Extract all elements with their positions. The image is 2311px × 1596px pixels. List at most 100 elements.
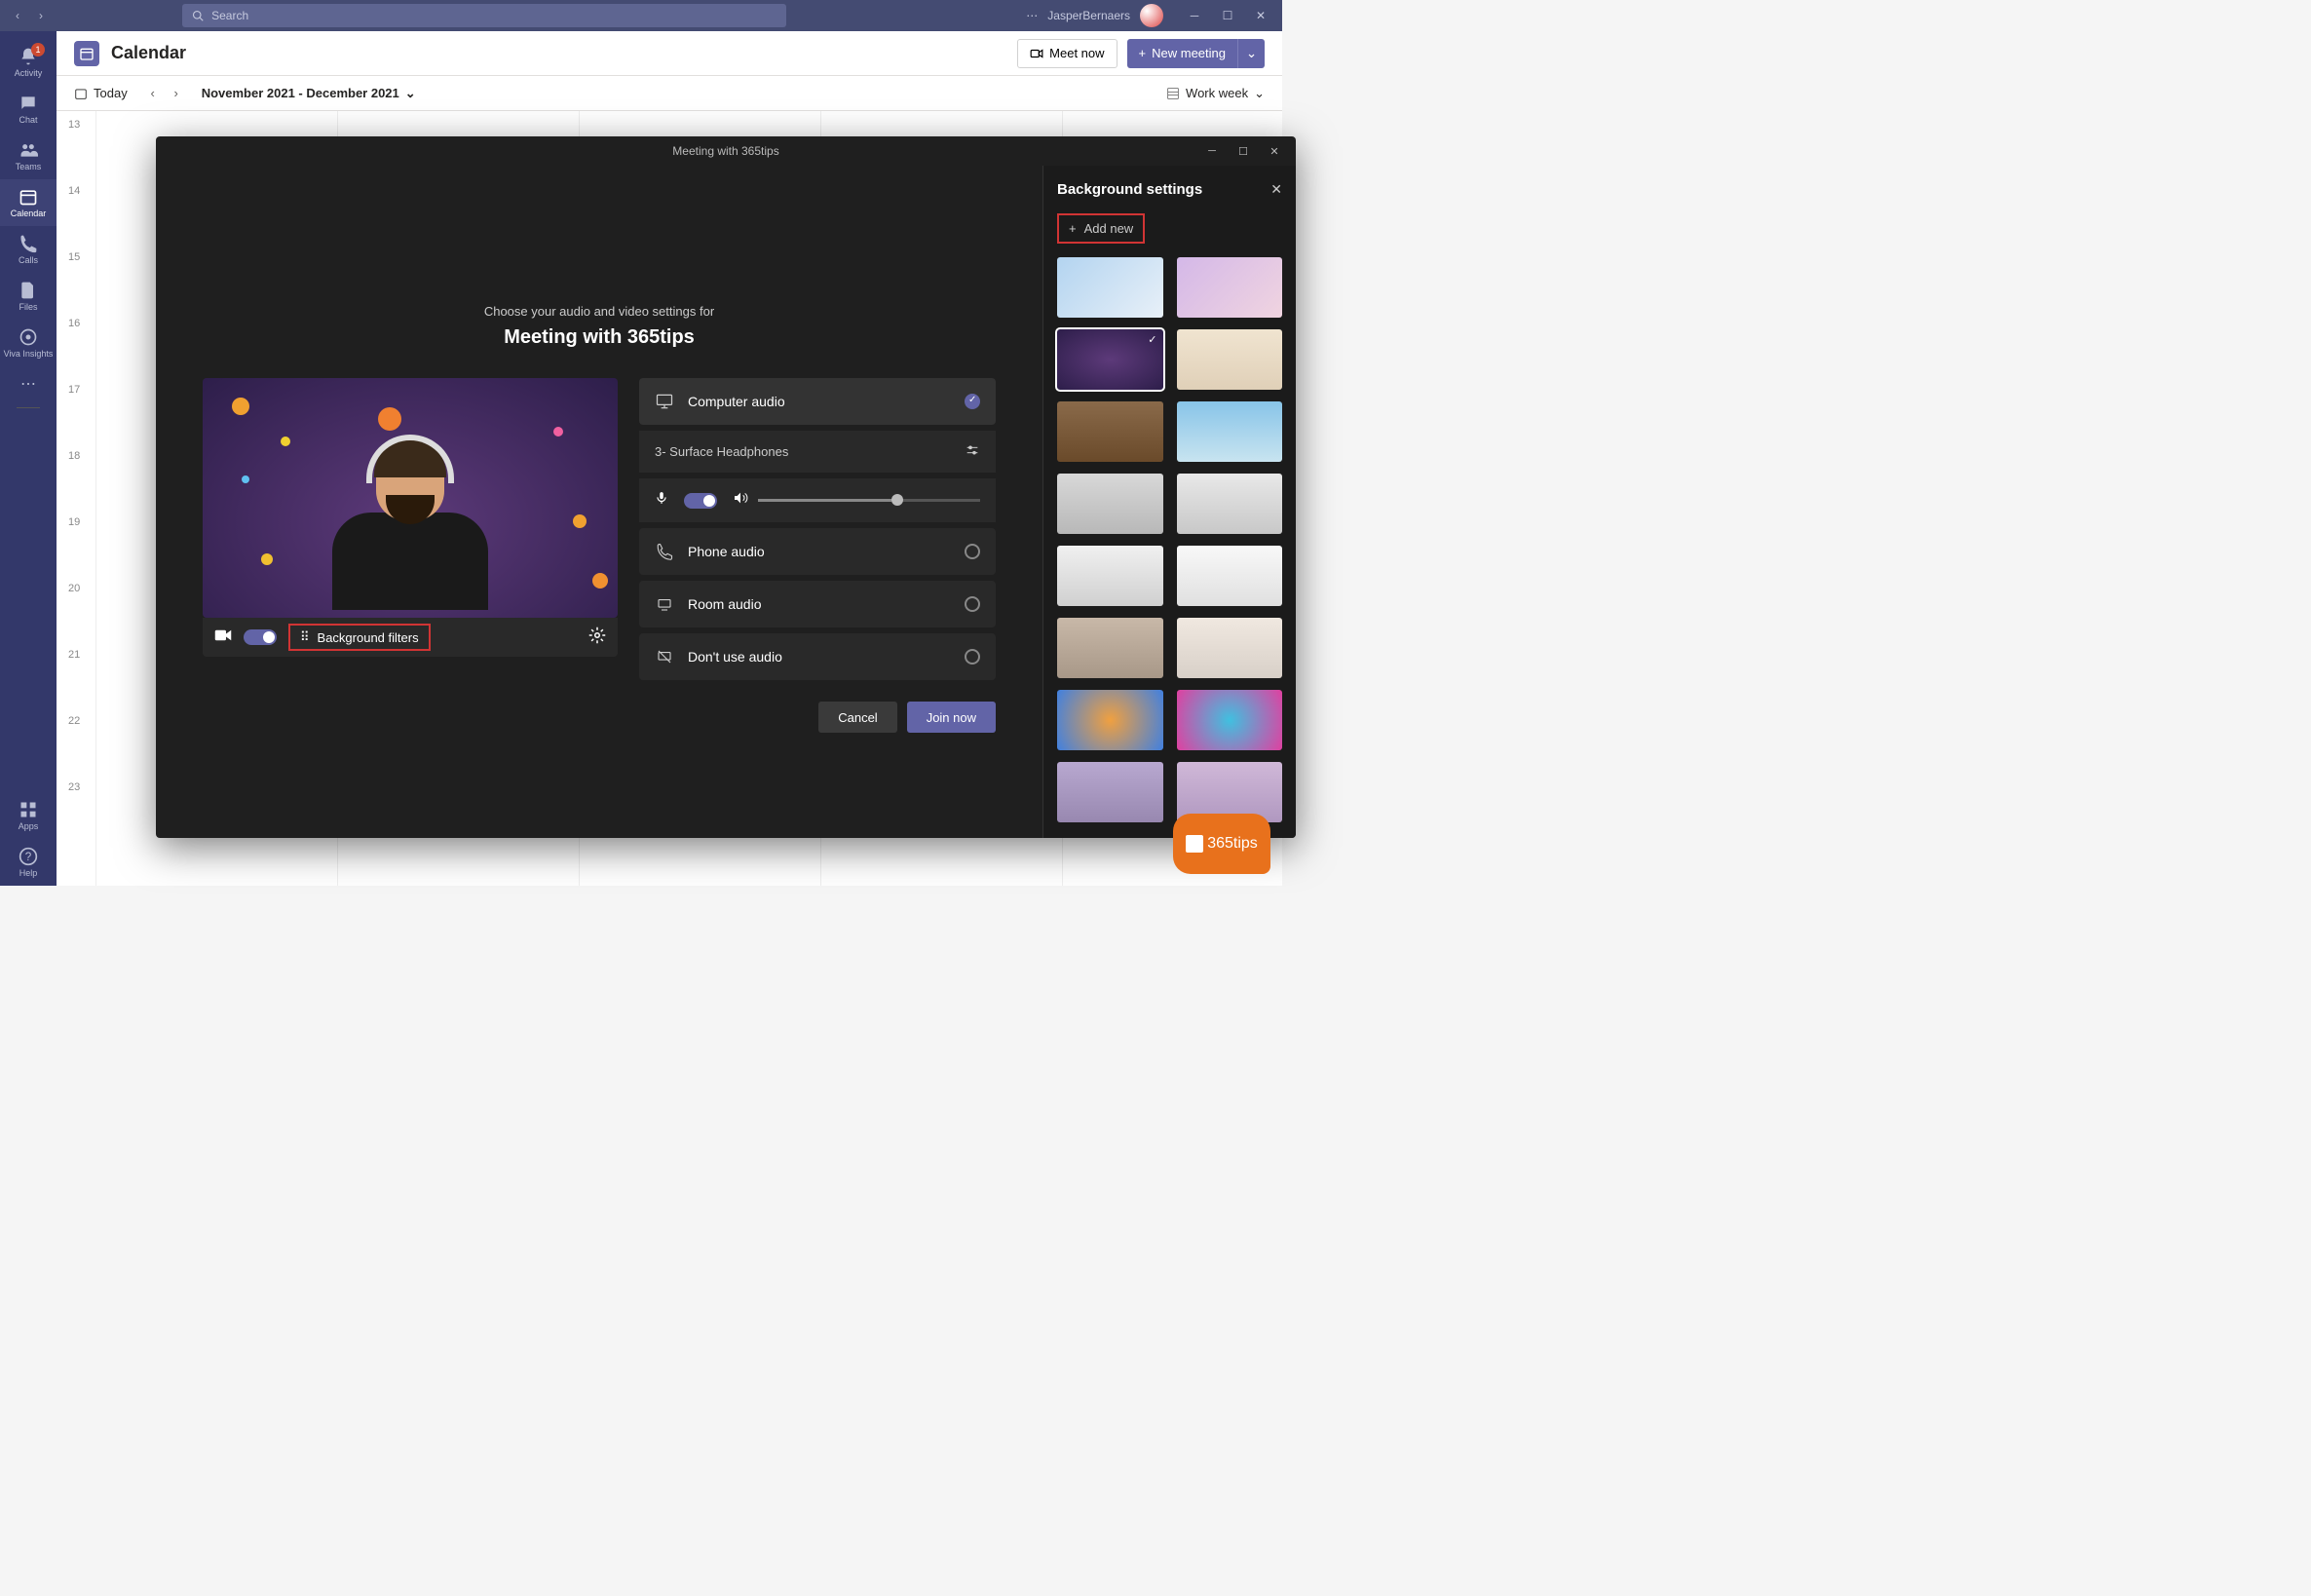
nav-back-icon[interactable]: ‹ bbox=[8, 6, 27, 25]
search-placeholder: Search bbox=[211, 9, 248, 22]
join-now-button[interactable]: Join now bbox=[907, 702, 996, 733]
hour-label: 20 bbox=[68, 583, 80, 594]
365tips-badge: 365tips bbox=[1173, 814, 1270, 874]
rail-files[interactable]: Files bbox=[0, 273, 57, 320]
modal-titlebar: Meeting with 365tips ─ ☐ ✕ bbox=[156, 136, 1296, 166]
computer-audio-option[interactable]: Computer audio bbox=[639, 378, 996, 425]
cancel-button[interactable]: Cancel bbox=[818, 702, 896, 733]
background-thumbnail[interactable] bbox=[1057, 618, 1163, 678]
background-thumbnail[interactable] bbox=[1177, 546, 1283, 606]
modal-close-icon[interactable]: ✕ bbox=[1261, 140, 1288, 162]
rail-divider bbox=[17, 407, 40, 408]
background-thumbnail[interactable] bbox=[1057, 546, 1163, 606]
volume-slider[interactable] bbox=[758, 499, 980, 502]
audio-device-row[interactable]: 3- Surface Headphones bbox=[639, 431, 996, 473]
grid-icon bbox=[1166, 87, 1180, 100]
calendar-header: Calendar Meet now + New meeting ⌄ bbox=[57, 31, 1282, 76]
background-thumbnail[interactable] bbox=[1177, 401, 1283, 462]
hour-label: 18 bbox=[68, 450, 80, 462]
filters-icon: ⠿ bbox=[300, 629, 310, 645]
prev-week-icon[interactable]: ‹ bbox=[143, 84, 163, 103]
today-button[interactable]: Today bbox=[74, 86, 128, 100]
files-icon bbox=[19, 281, 38, 300]
rail-apps[interactable]: Apps bbox=[0, 792, 57, 839]
background-filters-button[interactable]: ⠿ Background filters bbox=[288, 624, 431, 651]
svg-text:?: ? bbox=[25, 851, 32, 863]
hour-label: 13 bbox=[68, 119, 80, 131]
radio-selected-icon bbox=[965, 394, 980, 409]
hour-label: 19 bbox=[68, 516, 80, 528]
modal-maximize-icon[interactable]: ☐ bbox=[1230, 140, 1257, 162]
meet-now-button[interactable]: Meet now bbox=[1017, 39, 1117, 68]
no-audio-icon bbox=[655, 647, 674, 666]
background-thumbnail[interactable] bbox=[1057, 329, 1163, 390]
no-audio-option[interactable]: Don't use audio bbox=[639, 633, 996, 680]
rail-calendar[interactable]: Calendar bbox=[0, 179, 57, 226]
background-thumbnail[interactable] bbox=[1057, 762, 1163, 822]
rail-more-icon[interactable]: ⋯ bbox=[20, 374, 36, 394]
rail-activity[interactable]: Activity 1 bbox=[0, 39, 57, 86]
rail-viva-label: Viva Insights bbox=[4, 349, 54, 359]
background-thumbnail[interactable] bbox=[1177, 618, 1283, 678]
audio-options-column: Computer audio 3- Surface Headphones bbox=[639, 378, 996, 680]
calendar-small-icon bbox=[74, 87, 88, 100]
gear-icon[interactable] bbox=[588, 627, 606, 649]
rail-chat[interactable]: Chat bbox=[0, 86, 57, 133]
next-week-icon[interactable]: › bbox=[167, 84, 186, 103]
more-icon[interactable]: ⋯ bbox=[1026, 9, 1038, 22]
calendar-app-icon bbox=[74, 41, 99, 66]
room-audio-icon bbox=[655, 594, 674, 614]
avatar[interactable] bbox=[1140, 4, 1163, 27]
background-settings-panel: Background settings ✕ + Add new bbox=[1042, 166, 1296, 838]
new-meeting-dropdown[interactable]: ⌄ bbox=[1237, 39, 1265, 68]
settings-sliders-icon[interactable] bbox=[965, 442, 980, 461]
close-icon[interactable]: ✕ bbox=[1270, 181, 1282, 198]
nav-forward-icon[interactable]: › bbox=[31, 6, 51, 25]
bg-panel-title: Background settings bbox=[1057, 181, 1202, 198]
background-thumbnail[interactable] bbox=[1177, 690, 1283, 750]
rail-help[interactable]: ? Help bbox=[0, 839, 57, 886]
teams-icon bbox=[19, 140, 38, 160]
background-thumbnail[interactable] bbox=[1177, 474, 1283, 534]
background-thumbnail[interactable] bbox=[1177, 257, 1283, 318]
new-meeting-button[interactable]: + New meeting bbox=[1127, 39, 1237, 68]
phone-icon bbox=[19, 234, 38, 253]
background-thumbnail[interactable] bbox=[1057, 690, 1163, 750]
modal-title-text: Meeting with 365tips bbox=[672, 144, 778, 158]
chevron-down-icon: ⌄ bbox=[405, 86, 416, 101]
viva-icon bbox=[19, 327, 38, 347]
mic-toggle[interactable] bbox=[684, 493, 717, 509]
modal-minimize-icon[interactable]: ─ bbox=[1198, 140, 1226, 162]
calendar-icon bbox=[19, 187, 38, 207]
view-picker[interactable]: Work week ⌄ bbox=[1166, 86, 1265, 101]
background-thumbnail[interactable] bbox=[1057, 257, 1163, 318]
audio-controls-row bbox=[639, 478, 996, 522]
rail-teams[interactable]: Teams bbox=[0, 133, 57, 179]
window-minimize-icon[interactable]: ─ bbox=[1181, 6, 1208, 25]
background-thumbnail[interactable] bbox=[1177, 329, 1283, 390]
radio-icon bbox=[965, 596, 980, 612]
add-new-button[interactable]: + Add new bbox=[1057, 213, 1145, 244]
background-grid bbox=[1057, 257, 1282, 822]
background-thumbnail[interactable] bbox=[1057, 474, 1163, 534]
meeting-name: Meeting with 365tips bbox=[504, 326, 695, 349]
calendar-toolbar: Today ‹ › November 2021 - December 2021 … bbox=[57, 76, 1282, 111]
window-maximize-icon[interactable]: ☐ bbox=[1214, 6, 1241, 25]
background-thumbnail[interactable] bbox=[1057, 401, 1163, 462]
hour-label: 22 bbox=[68, 715, 80, 727]
rail-calls[interactable]: Calls bbox=[0, 226, 57, 273]
preview-controls: ⠿ Background filters bbox=[203, 618, 618, 657]
camera-toggle[interactable] bbox=[244, 629, 277, 645]
window-close-icon[interactable]: ✕ bbox=[1247, 6, 1274, 25]
rail-teams-label: Teams bbox=[16, 162, 42, 171]
rail-apps-label: Apps bbox=[19, 821, 39, 831]
setup-area: Choose your audio and video settings for… bbox=[156, 166, 1042, 838]
search-icon bbox=[192, 10, 204, 21]
room-audio-option[interactable]: Room audio bbox=[639, 581, 996, 627]
apps-icon bbox=[19, 800, 38, 819]
search-input[interactable]: Search bbox=[182, 4, 786, 27]
date-range-picker[interactable]: November 2021 - December 2021 ⌄ bbox=[202, 86, 416, 101]
phone-audio-option[interactable]: Phone audio bbox=[639, 528, 996, 575]
rail-viva[interactable]: Viva Insights bbox=[0, 320, 57, 366]
rail-activity-label: Activity bbox=[15, 68, 43, 78]
